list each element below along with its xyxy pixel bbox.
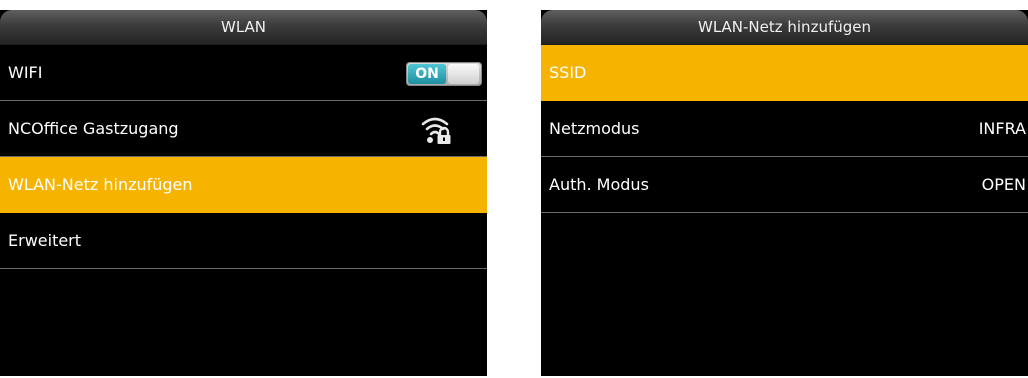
add-network-screen: WLAN-Netz hinzufügen SSID Netzmodus INFR… bbox=[541, 10, 1028, 376]
menu-item-network-mode[interactable]: Netzmodus INFRA bbox=[541, 101, 1028, 157]
menu-item-label: SSID bbox=[549, 63, 587, 82]
menu-item-advanced[interactable]: Erweitert bbox=[0, 213, 487, 269]
menu-item-network[interactable]: NCOffice Gastzugang bbox=[0, 101, 487, 157]
toggle-state-label: ON bbox=[408, 64, 446, 84]
toggle-knob bbox=[448, 64, 479, 84]
menu-item-ssid[interactable]: SSID bbox=[541, 45, 1028, 101]
menu-item-auth-mode[interactable]: Auth. Modus OPEN bbox=[541, 157, 1028, 213]
wlan-screen: WLAN WIFI ON NCOffice Gastzugang WLAN-Ne… bbox=[0, 10, 487, 376]
menu-item-wifi[interactable]: WIFI ON bbox=[0, 45, 487, 101]
wifi-lock-icon bbox=[421, 117, 451, 144]
menu-item-label: WIFI bbox=[8, 63, 43, 82]
menu-item-label: WLAN-Netz hinzufügen bbox=[8, 175, 193, 194]
screen-title: WLAN-Netz hinzufügen bbox=[541, 10, 1028, 45]
menu-item-add-network[interactable]: WLAN-Netz hinzufügen bbox=[0, 157, 487, 213]
menu-item-value: INFRA bbox=[978, 119, 1026, 138]
wifi-toggle[interactable]: ON bbox=[406, 62, 482, 86]
menu-item-label: Erweitert bbox=[8, 231, 82, 250]
menu-item-label: NCOffice Gastzugang bbox=[8, 119, 179, 138]
screen-title: WLAN bbox=[0, 10, 487, 45]
menu-item-label: Netzmodus bbox=[549, 119, 640, 138]
menu-item-value: OPEN bbox=[981, 175, 1026, 194]
menu-item-label: Auth. Modus bbox=[549, 175, 649, 194]
